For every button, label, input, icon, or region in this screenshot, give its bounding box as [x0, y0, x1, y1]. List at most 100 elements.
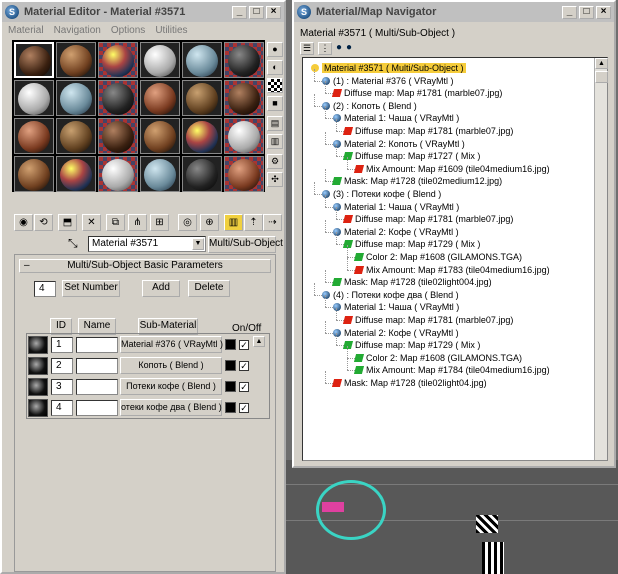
sample-slot[interactable] [14, 156, 54, 192]
sample-slot[interactable] [14, 42, 54, 78]
nav-close-button[interactable]: × [596, 5, 611, 19]
tree-node[interactable]: Diffuse map: Map #1781 (marble07.jpg) [331, 87, 502, 99]
row-color-swatch[interactable] [225, 360, 236, 371]
tree-node[interactable]: Mask: Map #1728 (tile02light04.jpg) [331, 377, 487, 389]
sample-slot[interactable] [182, 156, 222, 192]
menu-material[interactable]: Material [8, 25, 44, 36]
assign-material-icon[interactable]: ⬒ [58, 214, 77, 231]
view-large-icons-icon[interactable]: ● [346, 42, 352, 55]
viewport[interactable] [286, 460, 618, 574]
tree-node[interactable]: Material 2: Копоть ( VRayMtl ) [333, 138, 465, 150]
sample-slot[interactable] [98, 80, 138, 116]
row-name-field[interactable] [76, 337, 118, 353]
add-button[interactable]: Add [142, 280, 180, 297]
sample-slot[interactable] [140, 118, 180, 154]
row-onoff-checkbox[interactable]: ✓ [239, 361, 249, 371]
row-submaterial-button[interactable]: Material #376 ( VRayMtl ) [120, 336, 223, 353]
tree-node[interactable]: Mix Amount: Map #1609 (tile04medium16.jp… [353, 163, 550, 175]
view-list-icons-icon[interactable]: ⋮ [318, 42, 332, 55]
row-id-field[interactable]: 4 [51, 400, 73, 416]
tree-scroll-up[interactable]: ▲ [595, 58, 608, 69]
sample-slot[interactable] [182, 80, 222, 116]
tree-node[interactable]: Diffuse map: Map #1781 (marble07.jpg) [342, 314, 513, 326]
tree-node[interactable]: Diffuse map: Map #1729 ( Mix ) [342, 339, 480, 351]
make-copy-icon[interactable]: ⧉ [106, 214, 125, 231]
set-number-button[interactable]: Set Number [62, 280, 120, 297]
tree-scrollbar[interactable]: ▲ [594, 58, 608, 460]
select-by-material-icon[interactable]: ✣ [267, 172, 283, 187]
row-name-field[interactable] [76, 400, 118, 416]
view-list-icon[interactable]: ☰ [300, 42, 314, 55]
row-name-field[interactable] [76, 379, 118, 395]
make-unique-icon[interactable]: ⋔ [128, 214, 147, 231]
close-button[interactable]: × [266, 5, 281, 19]
sample-slot[interactable] [224, 80, 264, 116]
tree-node[interactable]: Color 2: Map #1608 (GILAMONS.TGA) [353, 352, 522, 364]
nav-maximize-button[interactable]: □ [579, 5, 594, 19]
scroll-up-arrow[interactable]: ▲ [253, 336, 265, 347]
uv-tiling-icon[interactable]: ■ [267, 96, 283, 111]
tree-node[interactable]: Diffuse map: Map #1729 ( Mix ) [342, 238, 480, 250]
row-onoff-checkbox[interactable]: ✓ [239, 382, 249, 392]
background-icon[interactable] [267, 78, 283, 93]
sample-slot[interactable] [56, 156, 96, 192]
sample-slot[interactable] [182, 118, 222, 154]
sample-slot[interactable] [224, 156, 264, 192]
row-preview[interactable] [28, 399, 48, 417]
maximize-button[interactable]: □ [249, 5, 264, 19]
show-end-result-icon[interactable]: ▥ [224, 214, 243, 231]
tree-node[interactable]: Material 2: Кофе ( VRayMtl ) [333, 226, 459, 238]
tree-node[interactable]: Mix Amount: Map #1783 (tile04medium16.jp… [353, 264, 550, 276]
row-id-field[interactable]: 2 [51, 358, 73, 374]
sample-slot[interactable] [182, 42, 222, 78]
material-editor-titlebar[interactable]: S Material Editor - Material #3571 _ □ × [2, 2, 284, 22]
row-id-field[interactable]: 3 [51, 379, 73, 395]
row-preview[interactable] [28, 378, 48, 396]
options-icon[interactable]: ⚙ [267, 154, 283, 169]
view-small-icons-icon[interactable]: ● [336, 42, 342, 55]
sample-type-icon[interactable]: ● [267, 42, 283, 57]
tree-node[interactable]: Diffuse map: Map #1781 (marble07.jpg) [342, 125, 513, 137]
tree-node[interactable]: Mix Amount: Map #1784 (tile04medium16.jp… [353, 364, 550, 376]
tree-node[interactable]: Diffuse map: Map #1727 ( Mix ) [342, 150, 480, 162]
sample-slot[interactable] [98, 156, 138, 192]
tree-node[interactable]: Material 1: Чаша ( VRayMtl ) [333, 201, 459, 213]
pick-material-icon[interactable]: ⤡ [68, 236, 78, 251]
tree-node[interactable]: Material 1: Чаша ( VRayMtl ) [333, 112, 459, 124]
navigator-tree[interactable]: Material #3571 ( Multi/Sub-Object ) (1) :… [302, 57, 608, 461]
reset-map-icon[interactable]: ✕ [82, 214, 101, 231]
sample-slot[interactable] [224, 42, 264, 78]
chevron-down-icon[interactable]: ▼ [192, 238, 204, 250]
menu-utilities[interactable]: Utilities [155, 25, 187, 36]
put-to-library-icon[interactable]: ⊞ [150, 214, 169, 231]
row-preview[interactable] [28, 336, 48, 354]
tree-node[interactable]: (2) : Копоть ( Blend ) [322, 100, 417, 112]
make-preview-icon[interactable]: ▥ [267, 134, 283, 149]
row-submaterial-button[interactable]: отеки кофе два ( Blend ) [120, 399, 222, 416]
tree-node[interactable]: Mask: Map #1728 (tile02light004.jpg) [331, 276, 492, 288]
tree-node[interactable]: Material 2: Кофе ( VRayMtl ) [333, 327, 459, 339]
sample-slot[interactable] [140, 80, 180, 116]
go-to-parent-icon[interactable]: ⇡ [244, 214, 263, 231]
menu-navigation[interactable]: Navigation [54, 25, 101, 36]
set-number-field[interactable]: 4 [34, 281, 56, 297]
rollout-header[interactable]: – Multi/Sub-Object Basic Parameters [19, 259, 271, 273]
sample-slot[interactable] [98, 42, 138, 78]
sample-slot[interactable] [140, 42, 180, 78]
row-color-swatch[interactable] [225, 402, 236, 413]
tree-node[interactable]: Mask: Map #1728 (tile02medium12.jpg) [331, 175, 502, 187]
row-onoff-checkbox[interactable]: ✓ [239, 340, 249, 350]
video-color-check-icon[interactable]: ▤ [267, 116, 283, 131]
tree-node[interactable]: Material 1: Чаша ( VRayMtl ) [333, 301, 459, 313]
get-material-icon[interactable]: ◉ [14, 214, 33, 231]
delete-button[interactable]: Delete [188, 280, 230, 297]
tree-node[interactable]: Material #3571 ( Multi/Sub-Object ) [311, 62, 466, 74]
tree-node[interactable]: (1) : Material #376 ( VRayMtl ) [322, 75, 454, 87]
row-submaterial-button[interactable]: Потеки кофе ( Blend ) [120, 378, 222, 395]
sample-slot[interactable] [56, 118, 96, 154]
sample-slot[interactable] [14, 80, 54, 116]
row-preview[interactable] [28, 357, 48, 375]
sample-slot[interactable] [224, 118, 264, 154]
put-to-scene-icon[interactable]: ⟲ [34, 214, 53, 231]
tree-scroll-thumb[interactable] [595, 71, 608, 83]
